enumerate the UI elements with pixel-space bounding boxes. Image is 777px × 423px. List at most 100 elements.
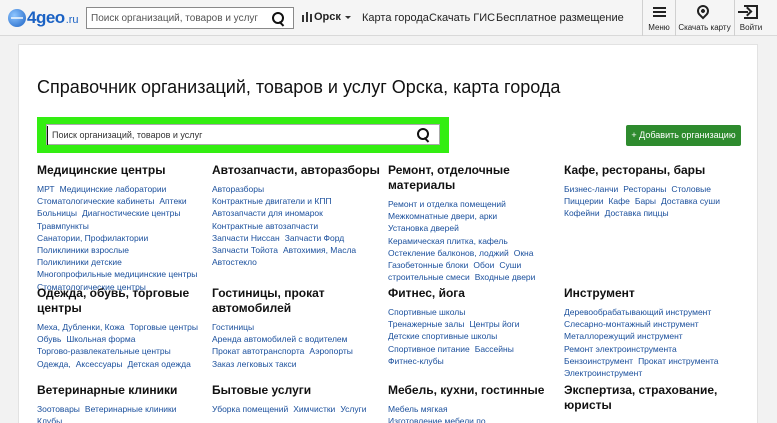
category-link[interactable]: Автостекло xyxy=(212,256,257,268)
category-link[interactable]: Школьная форма xyxy=(67,333,136,345)
category-link[interactable]: Газобетонные блоки xyxy=(388,259,468,271)
category-link[interactable]: Окна xyxy=(514,247,534,259)
category-link[interactable]: Спортивное питание xyxy=(388,343,470,355)
category-link[interactable]: Кафе xyxy=(608,195,629,207)
category-link[interactable]: Контрактные двигатели и КПП xyxy=(212,195,332,207)
category-link[interactable]: Кофейни xyxy=(564,207,600,219)
category-link[interactable]: Зоотовары xyxy=(37,403,80,415)
category-title[interactable]: Гостиницы, прокат автомобилей xyxy=(212,286,380,316)
menu-button[interactable]: Меню xyxy=(642,0,675,36)
category-title[interactable]: Кафе, рестораны, бары xyxy=(564,163,732,178)
category-link[interactable]: Бары xyxy=(635,195,656,207)
category-link[interactable]: Травмпункты xyxy=(37,220,89,232)
category-link[interactable]: Автохимия, Масла xyxy=(283,244,356,256)
category-link[interactable]: Торгово-развлекательные центры xyxy=(37,345,171,357)
nav-free-listing[interactable]: Бесплатное размещение xyxy=(496,12,624,24)
category-link[interactable]: Центры йоги xyxy=(469,318,519,330)
category-link[interactable]: Прокат автотранспорта xyxy=(212,345,304,357)
city-selector[interactable]: Орск xyxy=(302,11,351,23)
category-link[interactable]: Электроинструмент xyxy=(564,367,642,379)
category-link[interactable]: Автозапчасти для иномарок xyxy=(212,207,323,219)
header-search-input[interactable] xyxy=(87,8,267,29)
category-link[interactable]: Аксессуары xyxy=(76,358,123,370)
category-link[interactable]: строительные смеси xyxy=(388,271,470,283)
category-link[interactable]: Одежда, xyxy=(37,358,71,370)
category-link[interactable]: Меха, Дубленки, Кожа xyxy=(37,321,125,333)
category-title[interactable]: Бытовые услуги xyxy=(212,383,380,398)
download-map-button[interactable]: Скачать карту xyxy=(675,0,733,36)
category-link[interactable]: Детские спортивные школы xyxy=(388,330,497,342)
category-link[interactable]: Запчасти Ниссан xyxy=(212,232,280,244)
category-link[interactable]: Доставка суши xyxy=(661,195,720,207)
category-link[interactable]: Бизнес-ланчи xyxy=(564,183,618,195)
category-link[interactable]: Поликлиники взрослые xyxy=(37,244,129,256)
category-link[interactable]: Многопрофильные медицинские центры xyxy=(37,268,197,280)
category-link[interactable]: Аренда автомобилей с водителем xyxy=(212,333,348,345)
category-link[interactable]: Керамическая плитка, кафель xyxy=(388,235,508,247)
category-link[interactable]: Фитнес-клубы xyxy=(388,355,444,367)
category-link[interactable]: Запчасти Форд xyxy=(285,232,345,244)
category-title[interactable]: Медицинские центры xyxy=(37,163,205,178)
category-link[interactable]: Доставка пиццы xyxy=(605,207,669,219)
category-link[interactable]: Обувь xyxy=(37,333,62,345)
category-link[interactable]: Изготовление мебели по xyxy=(388,415,486,423)
category-link[interactable]: Аптеки xyxy=(159,195,186,207)
category-link[interactable]: Детская одежда xyxy=(127,358,190,370)
category-link[interactable]: Деревообрабатывающий инструмент xyxy=(564,306,711,318)
category-title[interactable]: Фитнес, йога xyxy=(388,286,548,301)
category-link[interactable]: Бассейны xyxy=(475,343,514,355)
search-icon[interactable] xyxy=(272,12,285,25)
category-link[interactable]: Межкомнатные двери, арки xyxy=(388,210,497,222)
category-link[interactable]: Стоматологические кабинеты xyxy=(37,195,154,207)
category-link[interactable]: Бензоинструмент xyxy=(564,355,633,367)
site-logo[interactable]: 4geo .ru xyxy=(8,8,79,28)
category-link[interactable]: Слесарно-монтажный инструмент xyxy=(564,318,699,330)
category-link[interactable]: Ремонт электроинструмента xyxy=(564,343,677,355)
category-link[interactable]: Ветеринарные клиники xyxy=(85,403,177,415)
category-title[interactable]: Экспертиза, страхование, юристы xyxy=(564,383,732,413)
category-title[interactable]: Мебель, кухни, гостинные xyxy=(388,383,553,398)
category-link[interactable]: Больницы xyxy=(37,207,77,219)
category-link[interactable]: Ремонт и отделка помещений xyxy=(388,198,506,210)
category-title[interactable]: Одежда, обувь, торговые центры xyxy=(37,286,205,316)
category-link[interactable]: Рестораны xyxy=(623,183,666,195)
category-link[interactable]: Гостиницы xyxy=(212,321,254,333)
category-link[interactable]: Обои xyxy=(473,259,494,271)
category-link[interactable]: Клубы xyxy=(37,415,62,423)
category-link[interactable]: Тренажерные залы xyxy=(388,318,464,330)
category-link[interactable]: Заказ легковых такси xyxy=(212,358,297,370)
main-search-input[interactable] xyxy=(47,125,407,145)
category-link[interactable]: Столовые xyxy=(671,183,711,195)
category-link[interactable]: Пиццерии xyxy=(564,195,603,207)
category-link[interactable]: Входные двери xyxy=(475,271,536,283)
category-link[interactable]: Торговые центры xyxy=(130,321,198,333)
login-button[interactable]: Войти xyxy=(734,0,767,36)
category-title[interactable]: Автозапчасти, авторазборы xyxy=(212,163,380,178)
category-title[interactable]: Ветеринарные клиники xyxy=(37,383,205,398)
category-link[interactable]: Металлорежущий инструмент xyxy=(564,330,683,342)
category-link[interactable]: Контрактные автозапчасти xyxy=(212,220,318,232)
category-link[interactable]: МРТ xyxy=(37,183,55,195)
category-link[interactable]: Санатории, Профилактории xyxy=(37,232,148,244)
search-icon[interactable] xyxy=(417,128,430,141)
category-title[interactable]: Инструмент xyxy=(564,286,739,301)
category-link[interactable]: Мебель мягкая xyxy=(388,403,448,415)
category-link[interactable]: Диагностические центры xyxy=(82,207,181,219)
nav-city-map[interactable]: Карта города xyxy=(362,12,429,24)
category-link[interactable]: Запчасти Тойота xyxy=(212,244,278,256)
category-link[interactable]: Поликлиники детские xyxy=(37,256,122,268)
category-link[interactable]: Установка дверей xyxy=(388,222,459,234)
category-link[interactable]: Услуги xyxy=(340,403,366,415)
category-link[interactable]: Аэропорты xyxy=(309,345,353,357)
category-link[interactable]: Уборка помещений xyxy=(212,403,288,415)
category-link[interactable]: Химчистки xyxy=(293,403,335,415)
category-link[interactable]: Спортивные школы xyxy=(388,306,465,318)
nav-download-gis[interactable]: Скачать ГИС xyxy=(429,12,495,24)
category-title[interactable]: Ремонт, отделочные материалы xyxy=(388,163,548,193)
add-organization-button[interactable]: + Добавить организацию xyxy=(626,125,741,146)
category-link[interactable]: Суши xyxy=(499,259,521,271)
category-link[interactable]: Авторазборы xyxy=(212,183,264,195)
category-link[interactable]: Прокат инструмента xyxy=(638,355,718,367)
category-link[interactable]: Медицинские лаборатории xyxy=(60,183,167,195)
category-link[interactable]: Остекление балконов, лоджий xyxy=(388,247,509,259)
